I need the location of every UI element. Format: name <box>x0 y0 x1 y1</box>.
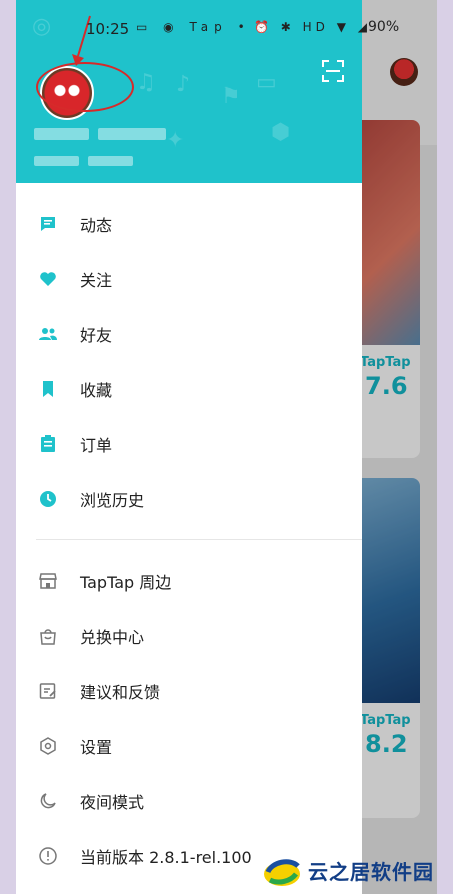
menu-item-redeem[interactable]: 兑换中心 <box>16 608 362 663</box>
menu-item-settings[interactable]: 设置 <box>16 718 362 773</box>
moon-icon <box>38 791 58 811</box>
menu-label: TapTap 周边 <box>80 572 172 592</box>
status-bar: 10:25 ▭ ◉ Tap • ⏰ ✱ HD ▼ ◢ 90% <box>16 0 437 52</box>
frame-right <box>437 0 453 894</box>
menu-item-night-mode[interactable]: 夜间模式 <box>16 773 362 828</box>
watermark-text: 云之居软件园 <box>308 859 434 884</box>
menu-item-history[interactable]: 浏览历史 <box>16 471 362 526</box>
username-blurred <box>34 128 89 140</box>
heart-icon <box>38 269 58 289</box>
scan-icon[interactable] <box>322 60 344 82</box>
user-info-blurred <box>88 156 133 166</box>
username-blurred <box>98 128 166 140</box>
feed-icon <box>38 214 58 234</box>
menu-label: 关注 <box>80 270 113 290</box>
menu-label: 好友 <box>80 325 113 345</box>
menu-label: 夜间模式 <box>80 792 145 812</box>
menu-label: 设置 <box>80 737 113 757</box>
menu-item-merch[interactable]: TapTap 周边 <box>16 553 362 608</box>
menu-label: 订单 <box>80 435 113 455</box>
decor-icon: ✦ <box>166 128 185 153</box>
navigation-drawer: ◎ ♫ ♪ ⚑ ▭ ⬢ ✦ 动态 关注 好友 收藏 订单 浏览历史 TapTap… <box>16 0 362 894</box>
menu-label: 兑换中心 <box>80 627 145 647</box>
menu-item-collection[interactable]: 收藏 <box>16 361 362 416</box>
status-icons-left: ▭ ◉ Tap • <box>136 20 251 34</box>
order-icon <box>38 434 58 454</box>
watermark-logo-icon <box>262 850 302 890</box>
menu-label: 当前版本 2.8.1-rel.100 <box>80 847 252 867</box>
menu-label: 浏览历史 <box>80 490 145 510</box>
user-info-blurred <box>34 156 79 166</box>
clock-icon <box>38 489 58 509</box>
status-icons-right: ⏰ ✱ HD ▼ ◢ <box>254 20 371 34</box>
menu-item-feedback[interactable]: 建议和反馈 <box>16 663 362 718</box>
decor-icon: ⬢ <box>271 120 291 145</box>
feedback-icon <box>38 681 58 701</box>
bag-icon <box>38 626 58 646</box>
menu-label: 收藏 <box>80 380 113 400</box>
decor-icon: ♪ <box>176 72 191 97</box>
frame-left <box>0 0 16 894</box>
watermark: 云之居软件园 <box>262 846 453 894</box>
store-icon <box>38 571 58 591</box>
bookmark-icon <box>38 379 58 399</box>
decor-icon: ▭ <box>256 70 277 95</box>
annotation-ellipse <box>36 62 134 112</box>
menu-item-follow[interactable]: 关注 <box>16 251 362 306</box>
decor-icon: ♫ <box>136 70 156 95</box>
settings-icon <box>38 736 58 756</box>
menu-label: 建议和反馈 <box>80 682 161 702</box>
menu-divider <box>36 539 362 540</box>
menu-item-friends[interactable]: 好友 <box>16 306 362 361</box>
info-icon <box>38 846 58 866</box>
menu-item-feed[interactable]: 动态 <box>16 196 362 251</box>
battery-level: 90% <box>368 19 400 35</box>
menu-item-orders[interactable]: 订单 <box>16 416 362 471</box>
friends-icon <box>38 324 58 344</box>
menu-label: 动态 <box>80 215 113 235</box>
status-time: 10:25 <box>86 20 130 38</box>
decor-icon: ⚑ <box>221 84 241 109</box>
